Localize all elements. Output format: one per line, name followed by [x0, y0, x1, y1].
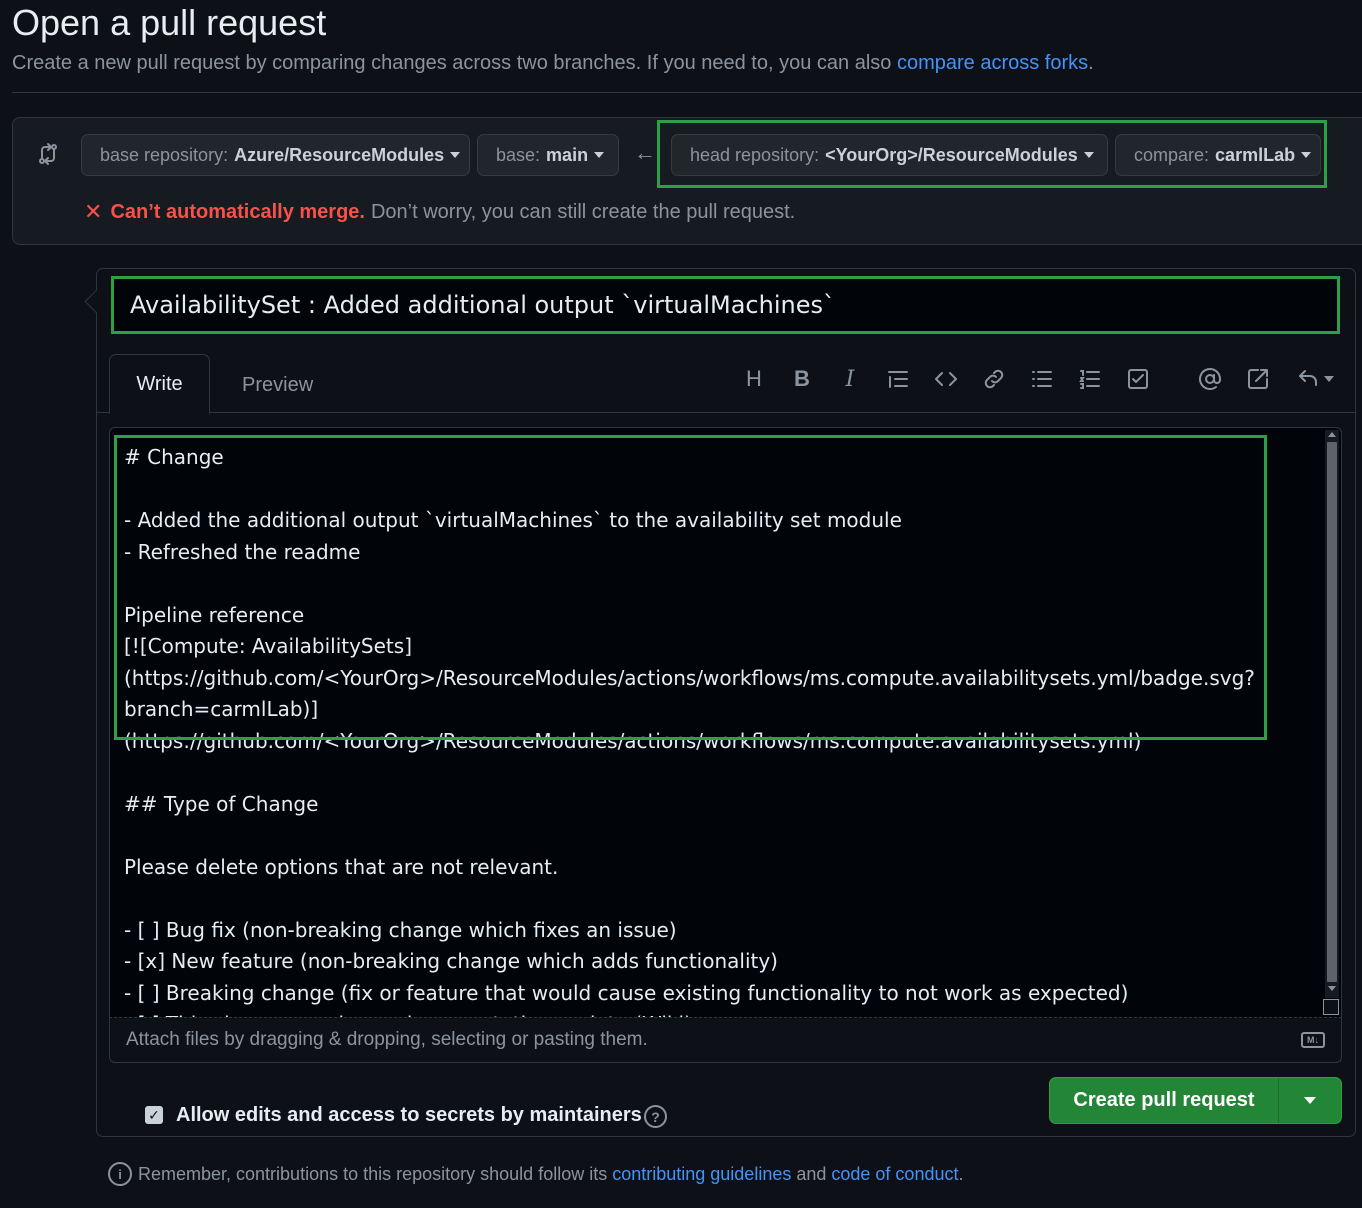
heading-icon[interactable]: H — [741, 366, 767, 392]
chevron-down-icon — [594, 152, 605, 158]
scroll-down-icon[interactable] — [1328, 986, 1336, 991]
attach-files-bar[interactable]: Attach files by dragging & dropping, sel… — [109, 1017, 1342, 1063]
bold-icon[interactable]: B — [789, 366, 815, 392]
tab-preview[interactable]: Preview — [242, 374, 313, 397]
compare-across-forks-link[interactable]: compare across forks — [897, 52, 1088, 74]
contribution-note: i Remember, contributions to this reposi… — [108, 1162, 964, 1186]
italic-icon[interactable]: I — [837, 366, 863, 392]
pr-title-input[interactable]: AvailabilitySet : Added additional outpu… — [111, 276, 1340, 334]
arrow-left-icon: ← — [634, 140, 656, 165]
create-options-dropdown[interactable] — [1279, 1078, 1341, 1123]
task-list-icon[interactable] — [1125, 366, 1151, 392]
x-icon: ✕ — [84, 199, 103, 224]
link-icon[interactable] — [981, 366, 1007, 392]
page-subtitle: Create a new pull request by comparing c… — [12, 52, 1094, 74]
scroll-up-icon[interactable] — [1328, 432, 1336, 437]
base-branch-select[interactable]: base: main — [477, 134, 619, 176]
body-highlight-box — [114, 435, 1267, 740]
ordered-list-icon[interactable] — [1077, 366, 1103, 392]
head-highlight-box — [657, 120, 1327, 188]
base-repository-select[interactable]: base repository: Azure/ResourceModules — [81, 134, 470, 176]
chevron-down-icon — [1324, 376, 1334, 382]
reply-icon[interactable] — [1293, 366, 1337, 392]
scroll-thumb[interactable] — [1327, 442, 1337, 982]
markdown-icon[interactable]: M↓ — [1301, 1032, 1325, 1048]
resize-handle[interactable] — [1323, 999, 1339, 1015]
create-pull-request-button[interactable]: Create pull request — [1050, 1078, 1279, 1123]
mention-icon[interactable] — [1197, 366, 1223, 392]
create-pull-request-button-group: Create pull request — [1049, 1077, 1342, 1124]
allow-edits-checkbox[interactable]: ✓ — [145, 1106, 163, 1124]
allow-edits-label[interactable]: Allow edits and access to secrets by mai… — [176, 1104, 642, 1127]
tab-write[interactable]: Write — [109, 354, 210, 414]
tabs-divider — [97, 412, 1356, 413]
info-icon: i — [108, 1162, 132, 1186]
code-of-conduct-link[interactable]: code of conduct — [831, 1164, 958, 1185]
contributing-guidelines-link[interactable]: contributing guidelines — [612, 1164, 791, 1185]
question-icon[interactable]: ? — [644, 1105, 667, 1128]
reference-icon[interactable] — [1245, 366, 1271, 392]
unordered-list-icon[interactable] — [1029, 366, 1055, 392]
code-icon[interactable] — [933, 366, 959, 392]
git-compare-icon — [36, 142, 60, 166]
merge-status: ✕ Can’t automatically merge. Don’t worry… — [84, 199, 796, 224]
chevron-down-icon — [450, 152, 461, 158]
header-divider — [12, 92, 1362, 93]
page-title: Open a pull request — [12, 2, 327, 43]
chevron-down-icon — [1304, 1097, 1316, 1104]
quote-icon[interactable] — [885, 366, 911, 392]
